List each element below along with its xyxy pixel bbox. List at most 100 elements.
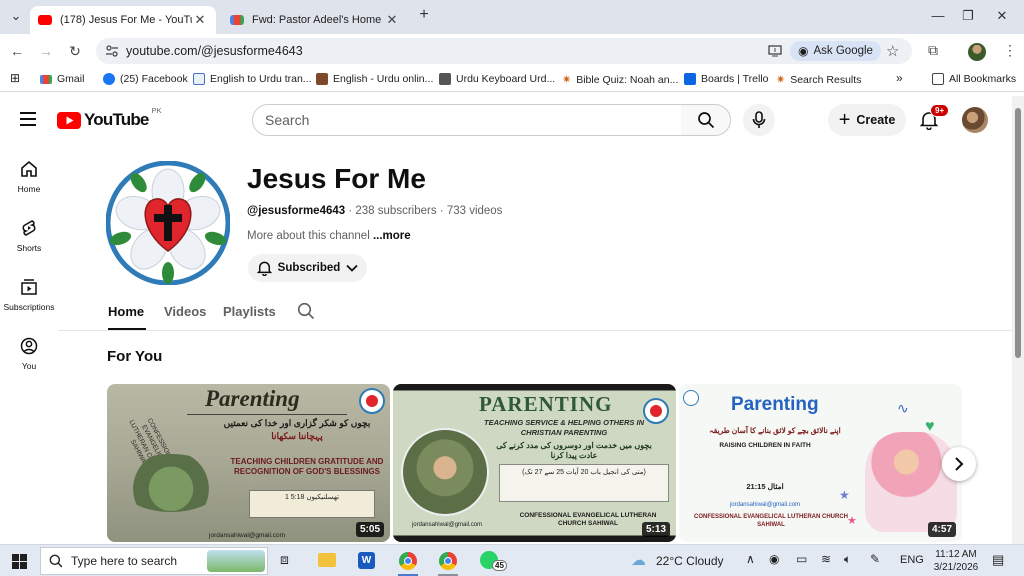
children-illustration [865, 432, 957, 532]
tab-search-chevron-icon[interactable]: ⌄ [6, 8, 26, 24]
extensions-icon[interactable]: ⧉ [928, 42, 938, 59]
site-info-icon[interactable] [105, 44, 119, 58]
show-hidden-icons-chevron-icon[interactable]: ∧ [746, 552, 755, 566]
word-app-icon[interactable]: W [358, 552, 375, 569]
bookmark-gmail[interactable]: Gmail [40, 73, 84, 85]
windows-start-icon[interactable] [12, 554, 27, 569]
windows-taskbar: Type here to search ⧈ W 45 ☁ 22°C Cloudy… [0, 544, 1024, 576]
next-shelf-button[interactable] [942, 447, 976, 481]
bookmark-search-results[interactable]: ✷ Search Results [776, 73, 861, 87]
microphone-icon [752, 111, 766, 128]
reload-icon[interactable]: ↻ [64, 40, 86, 62]
bookmark-trello[interactable]: Boards | Trello [684, 73, 769, 85]
video-thumbnail-1[interactable]: Parenting بچوں کو شکر گزاری اور خدا کی ن… [107, 384, 390, 542]
tab-gmail[interactable]: Fwd: Pastor Adeel's Home base ✕ [222, 6, 408, 34]
clock-date: 3/21/2026 [933, 562, 979, 573]
notifications-button[interactable]: 9+ [919, 104, 950, 135]
translate-icon [193, 73, 205, 85]
close-tab-icon[interactable]: ✕ [384, 12, 400, 28]
close-window-icon[interactable]: ✕ [992, 8, 1012, 24]
all-bookmarks[interactable]: All Bookmarks [932, 73, 1016, 85]
section-title: For You [107, 348, 163, 365]
search-button[interactable] [681, 104, 731, 136]
bookmark-label: English - Urdu onlin... [333, 73, 434, 85]
video-thumbnail-2[interactable]: PARENTING TEACHING SERVICE & HELPING OTH… [393, 384, 676, 542]
close-tab-icon[interactable]: ✕ [192, 12, 208, 28]
create-button[interactable]: + Create [828, 104, 906, 136]
tab-playlists[interactable]: Playlists [223, 304, 276, 319]
cloud-weather-icon[interactable]: ☁ [631, 551, 646, 569]
guide-subscriptions[interactable]: Subscriptions [0, 278, 58, 312]
clock-time: 11:12 AM [935, 549, 977, 560]
bookmark-english-urdu-online[interactable]: English - Urdu onlin... [316, 73, 433, 85]
church-seal-icon [643, 398, 669, 424]
star-decoration-icon: ★ [839, 488, 850, 502]
install-app-icon[interactable] [768, 44, 782, 58]
taskbar-search-box[interactable]: Type here to search [40, 547, 268, 575]
thumb-title: PARENTING [479, 392, 613, 416]
guide-label: You [21, 361, 37, 371]
profile-avatar[interactable] [968, 43, 986, 61]
apps-grid-icon[interactable]: ⊞ [10, 71, 20, 85]
more-link[interactable]: ...more [373, 230, 411, 242]
search-input[interactable] [253, 105, 681, 135]
sunburst-icon: ✷ [562, 74, 572, 86]
minimize-icon[interactable]: — [928, 8, 948, 23]
account-avatar[interactable] [962, 107, 988, 133]
task-view-icon[interactable]: ⧈ [280, 551, 289, 568]
wifi-icon[interactable]: ≋ [821, 552, 831, 566]
sunburst-icon: ✷ [776, 74, 786, 86]
channel-search-icon[interactable] [297, 302, 315, 320]
scrollbar-thumb[interactable] [1015, 108, 1021, 358]
pen-menu-icon[interactable]: ✎ [870, 552, 880, 566]
language-indicator[interactable]: ENG [900, 554, 924, 566]
tab-home[interactable]: Home [108, 304, 144, 319]
channel-about[interactable]: More about this channel ...more [247, 230, 411, 242]
active-tab-indicator [108, 328, 146, 330]
guide-shorts[interactable]: Shorts [0, 219, 58, 253]
video-duration: 4:57 [927, 522, 956, 537]
bookmark-label: English to Urdu tran... [210, 73, 312, 85]
search-icon [697, 112, 714, 129]
guide-home[interactable]: Home [0, 160, 58, 194]
youtube-logo[interactable]: YouTube PK [57, 106, 162, 130]
weather-text[interactable]: 22°C Cloudy [656, 554, 724, 568]
meet-now-icon[interactable]: ◉ [769, 552, 779, 566]
more-bookmarks-icon[interactable]: » [896, 71, 903, 85]
hamburger-menu-icon[interactable] [20, 112, 36, 126]
tab-youtube[interactable]: (178) Jesus For Me - YouTube ✕ [30, 6, 216, 34]
guide-label: Subscriptions [3, 302, 55, 312]
chrome-app-icon[interactable] [399, 552, 417, 570]
subscribed-button[interactable]: Subscribed [248, 254, 367, 282]
gmail-favicon-icon [230, 15, 244, 25]
user-circle-icon [20, 337, 38, 355]
thumb-email: jordansahiwal@gmail.com [411, 522, 483, 528]
menu-kebab-icon[interactable]: ⋮ [1003, 42, 1017, 59]
bookmark-urdu-keyboard[interactable]: Urdu Keyboard Urd... [439, 73, 555, 85]
chrome-profile-app-icon[interactable] [439, 552, 457, 570]
video-thumbnail-3[interactable]: Parenting ∿ اپنے نالائق بچے کو لائق بنان… [679, 384, 962, 542]
bookmark-facebook[interactable]: (25) Facebook [103, 73, 188, 85]
forward-icon[interactable]: → [35, 40, 57, 62]
address-bar[interactable]: youtube.com/@jesusforme4643 ◉ Ask Google… [96, 38, 912, 64]
guide-you[interactable]: You [0, 337, 58, 371]
browser-toolbar: ← → ↻ youtube.com/@jesusforme4643 ◉ Ask … [0, 34, 1024, 68]
bell-icon [256, 261, 272, 276]
volume-icon[interactable]: 🔈︎ [844, 552, 851, 567]
bookmark-bible-quiz[interactable]: ✷ Bible Quiz: Noah an... [562, 73, 678, 87]
new-tab-button[interactable]: + [414, 6, 434, 24]
restore-icon[interactable]: ❐ [958, 8, 978, 24]
bookmark-star-icon[interactable]: ☆ [886, 42, 899, 60]
notification-center-icon[interactable]: ▤ [992, 552, 1004, 568]
tab-videos[interactable]: Videos [164, 304, 206, 319]
ask-google-label: Ask Google [813, 45, 873, 57]
clock[interactable]: 11:12 AM 3/21/2026 [928, 548, 984, 574]
file-explorer-icon[interactable] [318, 553, 336, 567]
channel-avatar-luther-rose[interactable] [106, 161, 230, 285]
voice-search-button[interactable] [743, 104, 775, 136]
channel-handle: @jesusforme4643 [247, 205, 346, 217]
bookmark-english-urdu-translate[interactable]: English to Urdu tran... [193, 73, 312, 85]
back-icon[interactable]: ← [6, 40, 28, 62]
battery-icon[interactable]: ▭ [796, 552, 807, 566]
ask-google-button[interactable]: ◉ Ask Google [790, 41, 881, 61]
